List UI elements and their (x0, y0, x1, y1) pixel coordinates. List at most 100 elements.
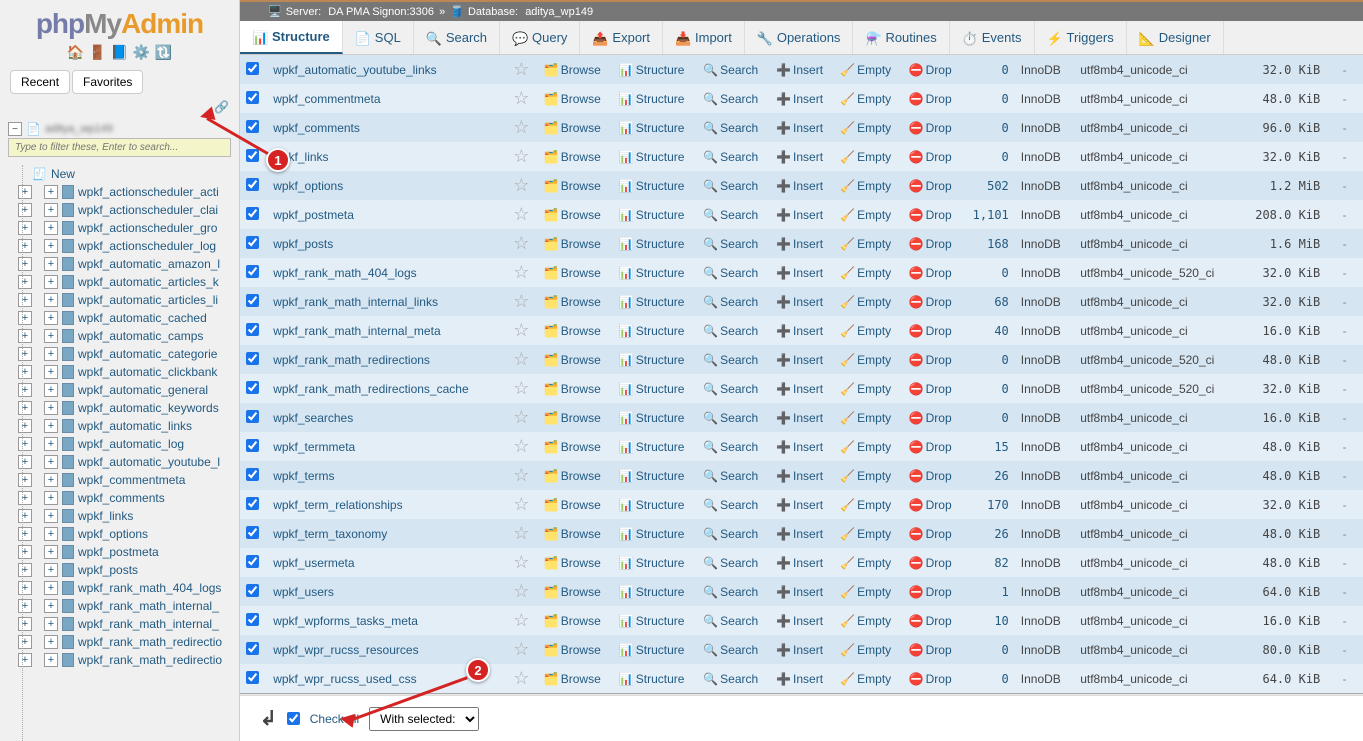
insert-action[interactable]: ➕Insert (776, 150, 823, 164)
favorite-star[interactable]: ☆ (513, 407, 529, 427)
expand-icon[interactable]: + (44, 599, 58, 613)
insert-action[interactable]: ➕Insert (776, 556, 823, 570)
favorite-star[interactable]: ☆ (513, 581, 529, 601)
structure-action[interactable]: 📊Structure (619, 179, 685, 193)
browse-action[interactable]: 🗂️Browse (544, 672, 601, 686)
tree-new[interactable]: 🧾New (6, 165, 239, 183)
search-action[interactable]: 🔍Search (703, 179, 758, 193)
tree-table-item[interactable]: ++wpkf_rank_math_internal_ (6, 597, 239, 615)
insert-action[interactable]: ➕Insert (776, 440, 823, 454)
structure-action[interactable]: 📊Structure (619, 498, 685, 512)
link-icon[interactable]: 🔗 (0, 98, 239, 116)
insert-action[interactable]: ➕Insert (776, 585, 823, 599)
tree-table-item[interactable]: ++wpkf_automatic_keywords (6, 399, 239, 417)
row-checkbox[interactable] (246, 526, 259, 539)
table-name[interactable]: wpkf_users (273, 585, 334, 599)
drop-action[interactable]: ⛔Drop (909, 440, 952, 454)
tab-triggers[interactable]: ⚡Triggers (1035, 21, 1127, 54)
table-name[interactable]: wpkf_options (273, 179, 343, 193)
empty-action[interactable]: 🧹Empty (840, 469, 891, 483)
favorite-star[interactable]: ☆ (513, 146, 529, 166)
expand-icon[interactable]: + (18, 185, 32, 199)
tree-collapse[interactable]: − (8, 122, 22, 136)
tree-table-item[interactable]: ++wpkf_automatic_categorie (6, 345, 239, 363)
exit-icon[interactable]: 🚪 (89, 44, 107, 62)
row-checkbox[interactable] (246, 352, 259, 365)
browse-action[interactable]: 🗂️Browse (544, 237, 601, 251)
expand-icon[interactable]: + (44, 239, 58, 253)
browse-action[interactable]: 🗂️Browse (544, 411, 601, 425)
structure-action[interactable]: 📊Structure (619, 469, 685, 483)
expand-icon[interactable]: + (18, 293, 32, 307)
expand-icon[interactable]: + (18, 239, 32, 253)
favorite-star[interactable]: ☆ (513, 436, 529, 456)
search-action[interactable]: 🔍Search (703, 411, 758, 425)
browse-action[interactable]: 🗂️Browse (544, 614, 601, 628)
table-name[interactable]: wpkf_automatic_youtube_links (273, 63, 436, 77)
structure-action[interactable]: 📊Structure (619, 295, 685, 309)
browse-action[interactable]: 🗂️Browse (544, 63, 601, 77)
browse-action[interactable]: 🗂️Browse (544, 92, 601, 106)
tree-table-item[interactable]: ++wpkf_automatic_youtube_l (6, 453, 239, 471)
empty-action[interactable]: 🧹Empty (840, 92, 891, 106)
expand-icon[interactable]: + (18, 221, 32, 235)
search-action[interactable]: 🔍Search (703, 92, 758, 106)
insert-action[interactable]: ➕Insert (776, 63, 823, 77)
row-checkbox[interactable] (246, 439, 259, 452)
tree-table-item[interactable]: ++wpkf_automatic_clickbank (6, 363, 239, 381)
favorite-star[interactable]: ☆ (513, 117, 529, 137)
tab-search[interactable]: 🔍Search (414, 21, 500, 54)
row-checkbox[interactable] (246, 91, 259, 104)
insert-action[interactable]: ➕Insert (776, 411, 823, 425)
favorites-tab[interactable]: Favorites (72, 70, 143, 94)
search-action[interactable]: 🔍Search (703, 150, 758, 164)
insert-action[interactable]: ➕Insert (776, 266, 823, 280)
empty-action[interactable]: 🧹Empty (840, 179, 891, 193)
tree-table-item[interactable]: ++wpkf_rank_math_redirectio (6, 633, 239, 651)
expand-icon[interactable]: + (44, 545, 58, 559)
expand-icon[interactable]: + (44, 347, 58, 361)
row-checkbox[interactable] (246, 62, 259, 75)
empty-action[interactable]: 🧹Empty (840, 585, 891, 599)
expand-icon[interactable]: + (18, 257, 32, 271)
structure-action[interactable]: 📊Structure (619, 208, 685, 222)
drop-action[interactable]: ⛔Drop (909, 469, 952, 483)
insert-action[interactable]: ➕Insert (776, 614, 823, 628)
expand-icon[interactable]: + (18, 509, 32, 523)
expand-icon[interactable]: + (44, 401, 58, 415)
search-action[interactable]: 🔍Search (703, 208, 758, 222)
tree-table-item[interactable]: ++wpkf_automatic_camps (6, 327, 239, 345)
row-checkbox[interactable] (246, 323, 259, 336)
browse-action[interactable]: 🗂️Browse (544, 266, 601, 280)
tree-table-item[interactable]: ++wpkf_automatic_cached (6, 309, 239, 327)
empty-action[interactable]: 🧹Empty (840, 295, 891, 309)
structure-action[interactable]: 📊Structure (619, 556, 685, 570)
browse-action[interactable]: 🗂️Browse (544, 585, 601, 599)
search-action[interactable]: 🔍Search (703, 63, 758, 77)
tab-routines[interactable]: ⚗️Routines (853, 21, 949, 54)
tab-designer[interactable]: 📐Designer (1127, 21, 1224, 54)
drop-action[interactable]: ⛔Drop (909, 382, 952, 396)
expand-icon[interactable]: + (44, 257, 58, 271)
drop-action[interactable]: ⛔Drop (909, 324, 952, 338)
drop-action[interactable]: ⛔Drop (909, 498, 952, 512)
insert-action[interactable]: ➕Insert (776, 469, 823, 483)
structure-action[interactable]: 📊Structure (619, 150, 685, 164)
favorite-star[interactable]: ☆ (513, 204, 529, 224)
browse-action[interactable]: 🗂️Browse (544, 643, 601, 657)
check-all-label[interactable]: Check all (310, 712, 359, 726)
structure-action[interactable]: 📊Structure (619, 237, 685, 251)
favorite-star[interactable]: ☆ (513, 552, 529, 572)
expand-icon[interactable]: + (44, 563, 58, 577)
drop-action[interactable]: ⛔Drop (909, 63, 952, 77)
drop-action[interactable]: ⛔Drop (909, 672, 952, 686)
expand-icon[interactable]: + (44, 275, 58, 289)
structure-action[interactable]: 📊Structure (619, 121, 685, 135)
row-checkbox[interactable] (246, 381, 259, 394)
insert-action[interactable]: ➕Insert (776, 498, 823, 512)
favorite-star[interactable]: ☆ (513, 291, 529, 311)
search-action[interactable]: 🔍Search (703, 324, 758, 338)
expand-icon[interactable]: + (18, 473, 32, 487)
favorite-star[interactable]: ☆ (513, 349, 529, 369)
expand-icon[interactable]: + (44, 293, 58, 307)
